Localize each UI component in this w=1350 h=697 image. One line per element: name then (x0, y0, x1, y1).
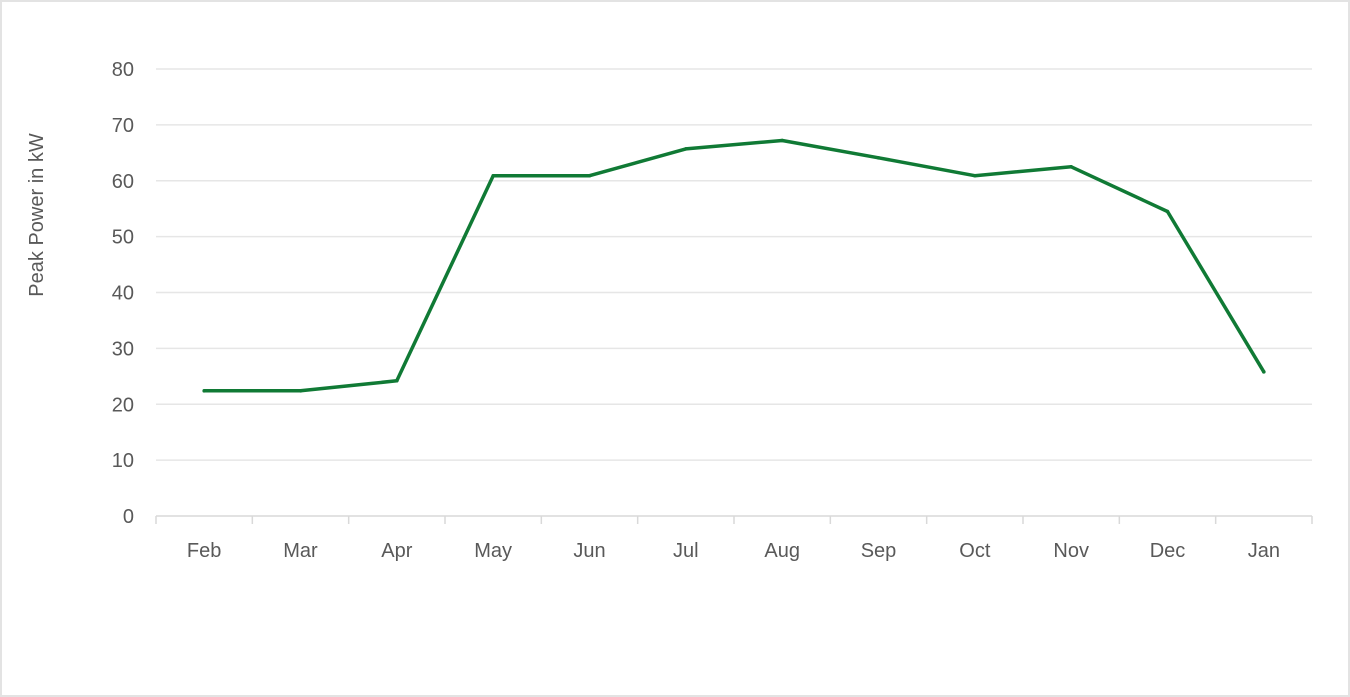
y-tick-label: 30 (112, 338, 134, 360)
x-tick-label: Apr (381, 540, 412, 562)
y-tick-label: 40 (112, 283, 134, 305)
x-tick-label: Oct (959, 540, 991, 562)
y-axis-tick-labels: 0 10 20 30 40 50 60 70 80 (112, 59, 134, 528)
y-tick-label: 80 (112, 59, 134, 81)
x-tick-label: Jan (1248, 540, 1280, 562)
data-point (395, 379, 399, 383)
data-point (491, 173, 495, 178)
y-tick-label: 10 (112, 450, 134, 472)
y-axis-title: Peak Power in kW (26, 133, 48, 297)
data-point (876, 156, 881, 160)
x-tick-label: Feb (187, 540, 221, 562)
data-point (587, 173, 592, 178)
x-tick-label: Jul (673, 540, 699, 562)
y-tick-label: 0 (123, 506, 134, 528)
data-point (684, 147, 688, 151)
data-point (1262, 370, 1266, 374)
x-axis-tick-labels: Feb Mar Apr May Jun Jul Aug Sep Oct Nov Dec Jan (187, 540, 1280, 562)
x-axis (155, 515, 1313, 524)
y-tick-label: 50 (112, 227, 134, 249)
series-layer (202, 138, 1266, 393)
x-tick-label: Aug (764, 540, 800, 562)
gridlines (156, 68, 1312, 461)
data-point (780, 138, 784, 143)
line-chart: 0 10 20 30 40 50 60 70 80 Feb Mar Apr May Jun Jul Aug S… (26, 59, 1313, 562)
data-point (298, 389, 303, 393)
data-point (1165, 209, 1170, 214)
y-tick-label: 60 (112, 171, 134, 193)
series-line-0 (202, 138, 1266, 393)
x-tick-label: Mar (283, 540, 318, 562)
y-tick-label: 20 (112, 394, 134, 416)
x-tick-label: Dec (1150, 540, 1186, 562)
data-point (1069, 165, 1073, 169)
x-tick-label: May (474, 540, 512, 562)
data-point (202, 389, 206, 393)
data-point (973, 173, 977, 178)
y-tick-label: 70 (112, 115, 134, 137)
x-tick-label: Nov (1053, 540, 1089, 562)
x-tick-label: Jun (573, 540, 605, 562)
x-tick-label: Sep (861, 540, 897, 562)
